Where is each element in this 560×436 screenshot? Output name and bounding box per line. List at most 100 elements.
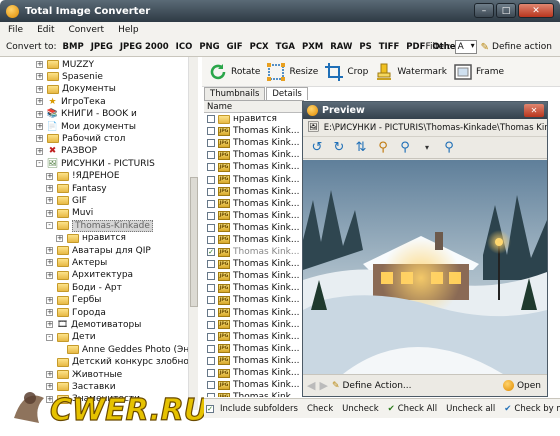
include-subfolders-checkbox[interactable]: ✓ (206, 404, 214, 413)
expand-icon[interactable]: + (46, 172, 53, 180)
collapse-icon[interactable]: - (46, 333, 53, 341)
tree-item[interactable]: Детский конкурс злобного р (46, 357, 197, 368)
item-checkbox[interactable] (207, 332, 215, 341)
list-item[interactable]: JPGThomas Kink... (204, 198, 304, 210)
format-tga-button[interactable]: TGA (276, 42, 295, 52)
check-button[interactable]: Check (307, 404, 333, 414)
tree-item[interactable]: + Рабочий стол (36, 133, 125, 144)
tree-item[interactable]: + Аватары для QIP (46, 245, 151, 256)
list-item[interactable]: нравится (204, 113, 304, 125)
rotate-right-icon[interactable]: ↻ (331, 140, 347, 156)
tree-item[interactable]: + Muvi (46, 208, 93, 219)
expand-icon[interactable]: + (36, 98, 43, 106)
expand-icon[interactable]: + (36, 135, 43, 143)
list-item[interactable]: JPGThomas Kink... (204, 222, 304, 234)
item-checkbox[interactable] (207, 199, 215, 208)
list-item[interactable]: JPGThomas Kink... (204, 319, 304, 331)
tree-item[interactable]: - 🖼 РИСУНКИ - PICTURIS (36, 158, 155, 169)
tree-item[interactable]: + Города (46, 307, 106, 318)
crop-button[interactable]: Crop (324, 62, 368, 82)
tree-item[interactable]: - Thomas-Kinkade (46, 219, 153, 232)
list-item[interactable]: JPGThomas Kink... (204, 367, 304, 379)
list-item[interactable]: JPGThomas Kink... (204, 270, 304, 282)
format-pdf-button[interactable]: PDF (406, 42, 425, 52)
list-item[interactable]: JPGThomas Kink... (204, 258, 304, 270)
tree-item[interactable]: Боди - Арт (46, 282, 122, 293)
expand-icon[interactable]: + (46, 185, 53, 192)
expand-icon[interactable]: + (46, 296, 53, 304)
list-item[interactable]: JPGThomas Kink... (204, 379, 304, 391)
menu-convert[interactable]: Convert (69, 25, 105, 35)
list-item[interactable]: JPGThomas Kink... (204, 161, 304, 173)
prev-arrow-icon[interactable]: ◀ (307, 379, 315, 392)
item-checkbox[interactable] (207, 139, 215, 148)
menu-file[interactable]: File (8, 25, 23, 35)
uncheck-button[interactable]: Uncheck (342, 404, 379, 414)
format-png-button[interactable]: PNG (199, 42, 219, 52)
list-item[interactable]: JPGThomas Kink... (204, 125, 304, 137)
list-item[interactable]: JPGThomas Kink... (204, 137, 304, 149)
tab-thumbnails[interactable]: Thumbnails (204, 87, 266, 100)
item-checkbox[interactable] (207, 356, 215, 365)
tree-item[interactable]: - Дети (46, 332, 96, 343)
menu-edit[interactable]: Edit (37, 25, 54, 35)
list-item[interactable]: JPGThomas Kink... (204, 294, 304, 306)
list-item[interactable]: JPGThomas Kink... (204, 391, 304, 397)
filter-select[interactable]: A (454, 40, 477, 54)
list-item[interactable]: JPGThomas Kink... (204, 307, 304, 319)
list-item[interactable]: JPGThomas Kink... (204, 186, 304, 198)
flip-icon[interactable]: ⇅ (353, 140, 369, 156)
format-pcx-button[interactable]: PCX (250, 42, 269, 52)
preview-close-button[interactable]: ✕ (524, 104, 544, 117)
tree-item[interactable]: + GIF (46, 195, 87, 206)
format-tiff-button[interactable]: TIFF (379, 42, 400, 52)
tree-scrollbar[interactable] (188, 57, 198, 410)
tree-item[interactable]: + MUZZY (36, 59, 94, 70)
close-button[interactable]: ✕ (518, 3, 554, 18)
format-jpeg2000-button[interactable]: JPEG 2000 (120, 42, 169, 52)
item-checkbox[interactable] (207, 187, 215, 196)
format-pxm-button[interactable]: PXM (302, 42, 323, 52)
tree-item[interactable]: + Архитектура (46, 270, 133, 281)
folder-tree[interactable]: + MUZZY + Spasenie + Документы + ★ ИгроТека + 📚 КНИ… (6, 57, 198, 410)
list-item[interactable]: JPGThomas Kink... (204, 149, 304, 161)
uncheck-all-button[interactable]: Uncheck all (446, 404, 495, 414)
collapse-icon[interactable]: - (36, 160, 43, 168)
menu-help[interactable]: Help (118, 25, 139, 35)
item-checkbox[interactable] (207, 284, 215, 293)
define-action-button[interactable]: ✎ Define Action... (332, 381, 412, 391)
tree-item[interactable]: + ✖ РАЗВОР (36, 146, 97, 157)
list-item[interactable]: JPGThomas Kink... (204, 282, 304, 294)
tree-item[interactable]: + Гербы (46, 295, 101, 306)
expand-icon[interactable]: + (46, 309, 53, 316)
column-header-name[interactable]: Name (204, 101, 304, 113)
item-checkbox[interactable] (207, 235, 215, 244)
next-arrow-icon[interactable]: ▶ (319, 379, 327, 392)
format-ps-button[interactable]: PS (359, 42, 371, 52)
format-raw-button[interactable]: RAW (330, 42, 352, 52)
tree-item[interactable]: + Fantasy (46, 183, 107, 194)
item-checkbox[interactable] (207, 393, 215, 397)
tree-item[interactable]: Anne Geddes Photo (Энн Г (56, 344, 197, 355)
check-by-mask-button[interactable]: ✔ Check by mask... (504, 404, 560, 414)
list-item[interactable]: JPGThomas Kink... (204, 355, 304, 367)
item-checkbox[interactable] (207, 127, 215, 136)
item-checkbox[interactable] (207, 296, 215, 305)
list-item[interactable]: JPGThomas Kink... (204, 210, 304, 222)
zoom-actual-icon[interactable]: ⚲ (441, 140, 457, 156)
item-checkbox[interactable] (207, 151, 215, 160)
item-checkbox[interactable] (207, 308, 215, 317)
define-action-button[interactable]: ✎ Define action (481, 42, 552, 53)
list-item[interactable]: JPGThomas Kink... (204, 173, 304, 185)
item-checkbox[interactable] (207, 344, 215, 353)
expand-icon[interactable]: + (36, 147, 43, 155)
expand-icon[interactable]: + (46, 197, 53, 205)
tree-item[interactable]: + !ЯДРЕНОЕ (46, 171, 120, 182)
expand-icon[interactable]: + (36, 61, 43, 68)
expand-icon[interactable]: + (46, 247, 53, 254)
open-button[interactable]: Open (502, 380, 541, 391)
expand-icon[interactable]: + (36, 110, 43, 118)
item-checkbox[interactable]: ✓ (207, 248, 215, 257)
item-checkbox[interactable] (207, 163, 215, 172)
expand-icon[interactable]: + (46, 259, 53, 267)
